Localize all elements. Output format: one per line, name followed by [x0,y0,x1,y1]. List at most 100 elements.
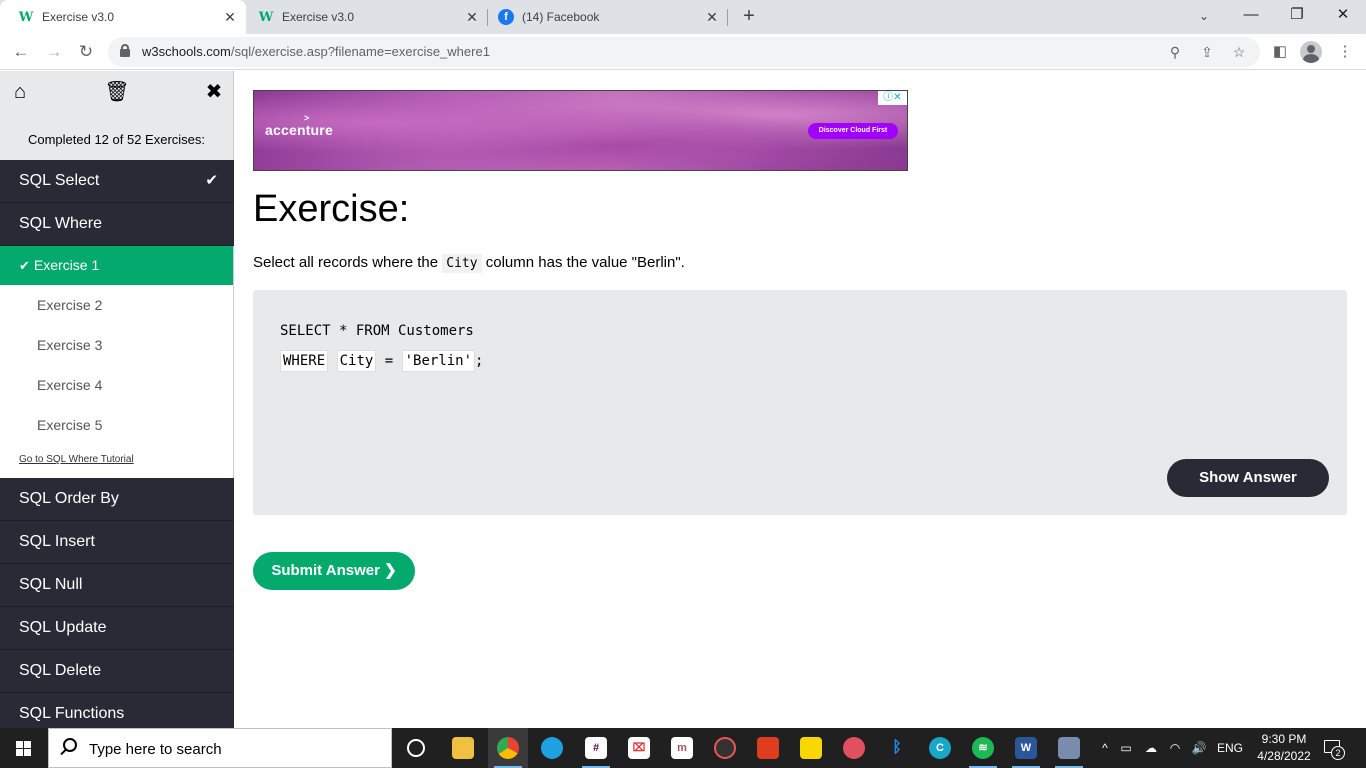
w3schools-icon: W [258,9,274,25]
restore-icon[interactable]: ❐ [1274,0,1320,30]
edge-icon[interactable] [532,728,572,768]
close-tab-icon[interactable]: ✕ [702,9,722,26]
media-app-icon[interactable] [705,728,745,768]
show-answer-button[interactable]: Show Answer [1167,459,1329,497]
answer-input-1[interactable]: WHERE [280,350,329,372]
battery-icon[interactable]: ▭ [1116,728,1136,768]
clock-date: 4/28/2022 [1257,749,1311,763]
chapter-label: SQL Null [19,576,83,593]
advertisement-banner[interactable]: > accenture Discover Cloud First ⓘ✕ [253,90,908,171]
reload-icon[interactable]: ↻ [73,39,99,65]
system-clock[interactable]: 9:30 PM 4/28/2022 [1252,731,1316,765]
windows-start-icon[interactable] [0,728,48,768]
search-placeholder: Type here to search [89,741,222,758]
ad-cta-button[interactable]: Discover Cloud First [808,123,898,139]
tab-search-chevron-icon[interactable]: ⌄ [1192,4,1216,28]
exercise-item-2[interactable]: Exercise 2 [0,285,233,325]
file-explorer-icon[interactable] [443,728,483,768]
sticky-notes-icon[interactable] [791,728,831,768]
menu-kebab-icon[interactable]: ⋮ [1332,39,1358,65]
chapter-sql-order-by[interactable]: SQL Order By [0,478,234,521]
address-bar[interactable]: w3schools.com/sql/exercise.asp?filename=… [108,37,1260,67]
chapter-sql-functions[interactable]: SQL Functions [0,693,234,728]
exercise-item-1[interactable]: ✔ Exercise 1 [0,246,233,285]
notification-center-icon[interactable]: 2 [1322,737,1345,760]
close-icon[interactable]: ✖ [201,79,227,105]
onedrive-cloud-icon[interactable]: ☁ [1140,728,1162,768]
cortana-icon[interactable] [396,728,436,768]
close-window-icon[interactable]: ✕ [1320,0,1366,30]
url-text: w3schools.com/sql/exercise.asp?filename=… [142,44,490,59]
code-text: ; [475,353,484,369]
volume-icon[interactable]: 🔊 [1188,728,1210,768]
ad-choices-icon[interactable]: ⓘ✕ [878,91,907,105]
canva-icon[interactable]: C [920,728,960,768]
tab-title: (14) Facebook [522,10,600,24]
wifi-icon[interactable]: ◠ [1165,728,1185,768]
sidebar-header: ⌂ 🗑 ✖ Completed 12 of 52 Exercises: [0,71,234,160]
remote-desktop-icon[interactable] [1049,728,1089,768]
home-icon[interactable]: ⌂ [7,79,33,105]
chapter-label: SQL Delete [19,662,102,679]
tab-title: Exercise v3.0 [282,10,355,24]
calculator-app-icon[interactable]: ⌧ [619,728,659,768]
tab-facebook[interactable]: f (14) Facebook ✕ [480,0,728,34]
tab-title: Exercise v3.0 [42,10,115,24]
exercise-item-4[interactable]: Exercise 4 [0,365,233,405]
share-icon[interactable]: ⇪ [1196,41,1218,63]
code-exercise-box: SELECT * FROM Customers WHERE City = 'Be… [253,290,1347,515]
page-title: Exercise: [253,188,410,230]
side-panel-icon[interactable]: ◧ [1267,39,1293,65]
w3schools-icon: W [18,9,34,25]
tutorial-link[interactable]: Go to SQL Where Tutorial [0,445,233,478]
progress-text: Completed 12 of 52 Exercises: [27,132,206,147]
zoom-icon[interactable]: ⚲ [1164,41,1186,63]
submit-answer-button[interactable]: Submit Answer ❯ [253,552,415,590]
bluetooth-icon[interactable]: ᛒ [877,728,917,768]
tab-exercise-2[interactable]: W Exercise v3.0 ✕ [240,0,488,34]
profile-avatar-icon[interactable] [1300,41,1322,63]
slack-icon[interactable]: # [576,728,616,768]
chapter-sql-update[interactable]: SQL Update [0,607,234,650]
word-icon[interactable]: W [1006,728,1046,768]
tab-exercise-1[interactable]: W Exercise v3.0 ✕ [0,0,246,34]
snipping-tool-icon[interactable] [834,728,874,768]
instruction-code: City [442,254,482,273]
answer-input-2[interactable]: City [336,350,377,372]
office-icon[interactable] [748,728,788,768]
taskbar-search-box[interactable]: Type here to search [48,728,392,768]
chapter-label: SQL Update [19,619,107,636]
instruction-text: Select all records where the [253,254,443,271]
language-indicator[interactable]: ENG [1214,728,1246,768]
checkmark-icon: ✔ [19,258,30,273]
exercise-item-5[interactable]: Exercise 5 [0,405,233,445]
minimize-icon[interactable]: — [1228,0,1274,30]
chapter-label: SQL Order By [19,490,119,507]
chapter-sql-select[interactable]: SQL Select ✔ [0,160,234,203]
exercise-sidebar: ⌂ 🗑 ✖ Completed 12 of 52 Exercises: SQL … [0,71,234,728]
chrome-icon[interactable] [488,728,528,768]
new-tab-button[interactable]: + [737,4,761,28]
search-icon [63,738,77,752]
chapter-sql-where[interactable]: SQL Where [0,203,234,246]
chapter-label: SQL Functions [19,705,125,722]
app-icon-m[interactable]: m [662,728,702,768]
exercise-instruction: Select all records where the City column… [253,254,685,273]
exercise-list: ✔ Exercise 1 Exercise 2 Exercise 3 Exerci… [0,246,234,478]
bookmark-star-icon[interactable]: ☆ [1228,41,1250,63]
chapter-sql-insert[interactable]: SQL Insert [0,521,234,564]
lock-icon[interactable] [120,44,130,57]
forward-arrow-icon[interactable]: → [41,39,67,65]
notification-count: 2 [1331,746,1345,760]
trash-icon[interactable]: 🗑 [104,79,130,105]
spotify-icon[interactable]: ≋ [963,728,1003,768]
exercise-item-3[interactable]: Exercise 3 [0,325,233,365]
back-arrow-icon[interactable]: ← [8,39,34,65]
chapter-sql-delete[interactable]: SQL Delete [0,650,234,693]
answer-input-3[interactable]: 'Berlin' [401,350,476,372]
close-tab-icon[interactable]: ✕ [220,9,240,26]
code-text: = [376,353,402,369]
close-tab-icon[interactable]: ✕ [462,9,482,26]
show-hidden-icons-chevron-icon[interactable]: ^ [1096,728,1114,768]
chapter-sql-null[interactable]: SQL Null [0,564,234,607]
